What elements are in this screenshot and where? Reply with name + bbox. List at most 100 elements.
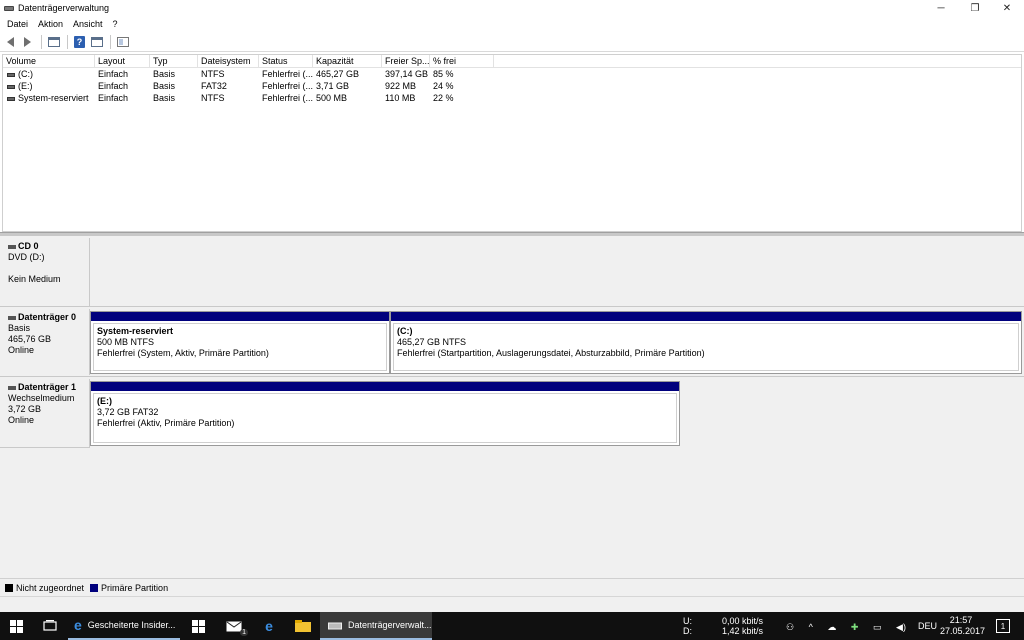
chevron-up-icon[interactable]: ^ [809,622,813,632]
partition-name: (E:) [97,396,112,406]
column-header-prozent-frei[interactable]: % frei [430,55,494,68]
taskbar-item-store[interactable] [180,612,216,640]
toolbar: ? [0,32,1024,52]
legend-swatch-unallocated [5,583,13,592]
volume-icon[interactable]: ◀) [896,622,906,633]
primary-partition-bar [91,312,389,321]
partition-c[interactable]: (C:) 465,27 GB NTFS Fehlerfrei (Startpar… [390,311,1022,374]
cell-freier-speicher: 397,14 GB [385,69,429,79]
legend-label-primary: Primäre Partition [101,582,169,593]
taskbar-item-edge[interactable]: e [252,612,286,640]
disk-name: CD 0 [18,241,39,251]
disk-label-cd0[interactable]: CD 0 DVD (D:) Kein Medium [2,238,90,306]
disk-drive-icon [8,315,16,320]
download-label: D: [683,626,692,636]
taskbar-item-edge-insider[interactable]: e Gescheiterte Insider... [68,612,180,640]
row-divider [0,306,1024,307]
start-button[interactable] [0,612,32,640]
disk-size: 465,76 GB [8,334,52,344]
table-row[interactable]: (E:) Einfach Basis FAT32 Fehlerfrei (...… [3,80,1021,92]
cell-dateisystem: FAT32 [201,81,227,91]
cell-status: Fehlerfrei (... [262,69,313,79]
column-header-typ[interactable]: Typ [150,55,198,68]
language-indicator[interactable]: DEU [918,621,937,631]
volume-name: (E:) [18,81,33,91]
mail-badge: 1 [240,629,248,636]
disk-type: DVD (D:) [8,252,45,262]
partition-name: (C:) [397,326,413,336]
partition-size: 465,27 GB NTFS [397,337,467,347]
cell-typ: Basis [153,93,176,103]
cell-prozent-frei: 22 % [433,93,454,103]
menu-ansicht[interactable]: Ansicht [68,19,108,29]
cell-layout: Einfach [98,69,129,79]
column-header-layout[interactable]: Layout [95,55,150,68]
disk-type: Basis [8,323,31,333]
network-icon[interactable]: ▭ [873,622,882,633]
legend: Nicht zugeordnet Primäre Partition [0,578,1024,596]
clock-date: 27.05.2017 [940,626,986,636]
taskbar-item-mail[interactable]: 1 [216,612,252,640]
disk-size: 3,72 GB [8,404,42,414]
restore-button[interactable]: ❐ [958,0,992,16]
toolbar-separator [67,34,68,49]
volume-name: System-reserviert [18,93,89,103]
drive-icon [7,96,15,101]
drive-icon [7,84,15,89]
clock-time: 21:57 [949,615,973,625]
task-view-button[interactable] [32,612,68,640]
upload-speed: 0,00 kbit/s [721,616,763,626]
window-title: Datenträgerverwaltung [18,3,110,13]
column-header-freier-speicher[interactable]: Freier Sp... [382,55,430,68]
menu-help[interactable]: ? [108,19,123,29]
onedrive-icon[interactable]: ☁ [827,622,836,633]
cell-dateisystem: NTFS [201,93,225,103]
disk-name: Datenträger 0 [18,312,77,322]
forward-arrow-icon[interactable] [20,35,35,49]
partition-e[interactable]: (E:) 3,72 GB FAT32 Fehlerfrei (Aktiv, Pr… [90,381,680,446]
partition-status: Fehlerfrei (Startpartition, Auslagerungs… [397,348,705,358]
status-bar [0,596,1024,612]
minimize-button[interactable]: ─ [924,0,958,16]
disk-map-pane: CD 0 DVD (D:) Kein Medium Datenträger 0 … [0,236,1024,578]
cd-drive-icon [8,244,16,249]
clock[interactable]: 21:57 27.05.2017 [940,615,986,637]
disk-size [8,263,83,274]
taskbar-item-label: Datenträgerverwalt... [348,620,432,630]
taskbar-item-label: Gescheiterte Insider... [87,620,176,630]
column-header-kapazitaet[interactable]: Kapazität [313,55,382,68]
close-button[interactable]: ✕ [990,0,1024,16]
disk-label-disk1[interactable]: Datenträger 1 Wechselmedium 3,72 GB Onli… [2,379,90,447]
store-icon [191,619,205,633]
column-header-status[interactable]: Status [259,55,313,68]
action-center-icon[interactable]: 1 [996,619,1010,633]
drive-icon [7,72,15,77]
security-icon[interactable]: ✚ [851,622,859,633]
table-row[interactable]: System-reserviert Einfach Basis NTFS Feh… [3,92,1021,104]
taskbar-item-disk-management[interactable]: Datenträgerverwalt... [320,612,432,640]
column-header-dateisystem[interactable]: Dateisystem [198,55,259,68]
legend-label-unallocated: Nicht zugeordnet [16,582,85,593]
legend-swatch-primary [90,583,99,592]
back-arrow-icon[interactable] [3,35,18,49]
primary-partition-bar [391,312,1021,321]
disk-type: Wechselmedium [8,393,75,403]
disk-label-disk0[interactable]: Datenträger 0 Basis 465,76 GB Online [2,309,90,375]
people-icon[interactable]: ⚇ [786,622,794,633]
taskbar-item-file-explorer[interactable] [286,612,320,640]
task-view-icon [43,620,57,631]
upload-label: U: [683,616,692,626]
cell-freier-speicher: 110 MB [385,93,416,103]
properties-icon[interactable] [89,35,104,49]
volume-name: (C:) [18,69,33,79]
table-row[interactable]: (C:) Einfach Basis NTFS Fehlerfrei (... … [3,68,1021,80]
cell-status: Fehlerfrei (... [262,93,313,103]
menu-datei[interactable]: Datei [0,19,33,29]
menu-bar: Datei Aktion Ansicht ? [0,16,1024,32]
menu-aktion[interactable]: Aktion [33,19,68,29]
show-hide-icon[interactable] [115,35,130,49]
column-header-volume[interactable]: Volume [3,55,95,68]
partition-system-reserviert[interactable]: System-reserviert 500 MB NTFS Fehlerfrei… [90,311,390,374]
console-tree-icon[interactable] [46,35,61,49]
help-icon[interactable]: ? [72,35,87,49]
